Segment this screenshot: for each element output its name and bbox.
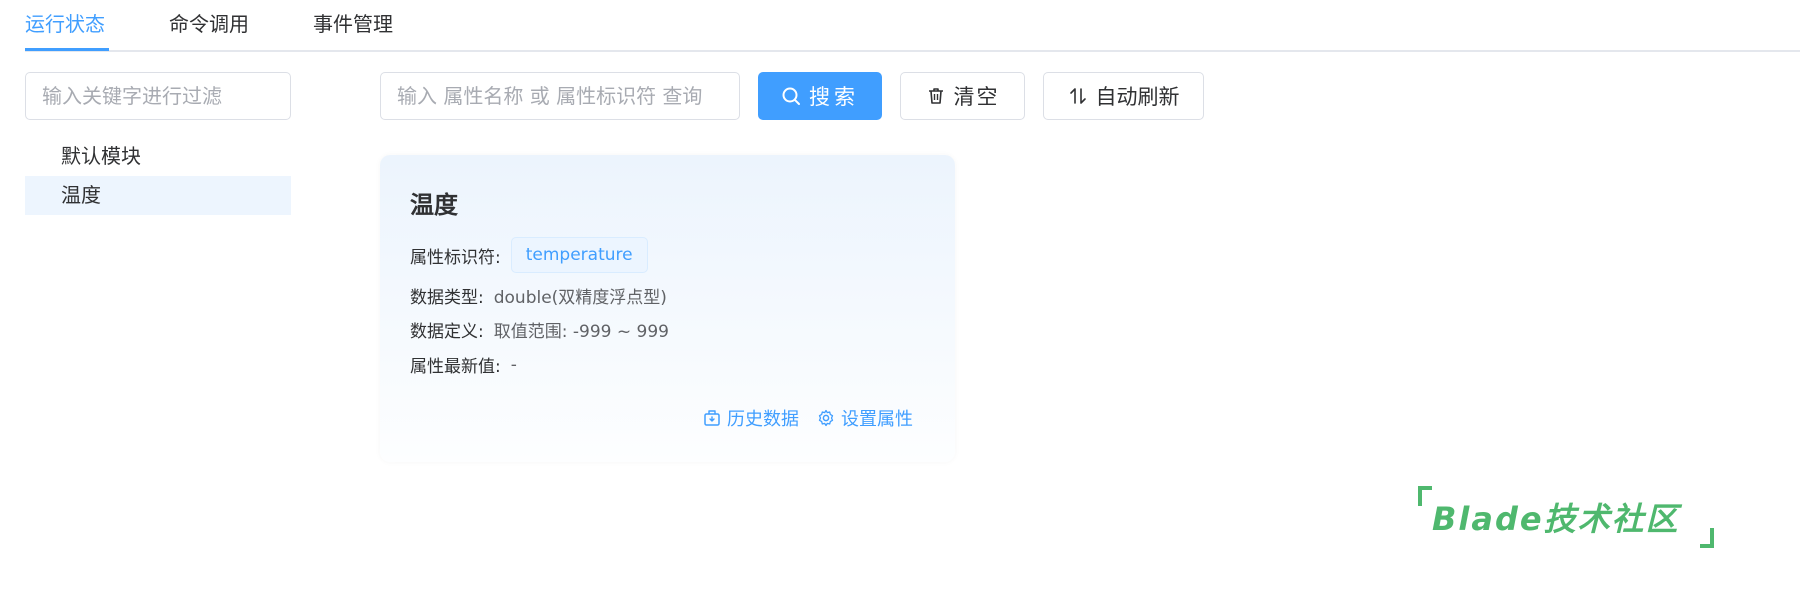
clear-button-label: 清空 — [953, 85, 1000, 109]
identifier-row: 属性标识符: temperature — [410, 237, 648, 273]
blade-watermark: Blade技术社区 — [1418, 486, 1714, 548]
latest-value-row: 属性最新值: - — [410, 352, 517, 378]
tab-command-invoke[interactable]: 命令调用 — [169, 8, 249, 48]
property-card: 温度 属性标识符: temperature 数据类型: double(双精度浮点… — [380, 155, 955, 462]
search-button-label: 搜索 — [809, 85, 859, 109]
history-box-icon — [704, 410, 720, 426]
history-data-label: 历史数据 — [727, 409, 799, 430]
gear-icon — [818, 409, 834, 427]
tab-runtime-status[interactable]: 运行状态 — [25, 8, 105, 48]
definition-label: 数据定义: — [410, 322, 484, 342]
auto-refresh-label: 自动刷新 — [1095, 85, 1180, 109]
set-property-label: 设置属性 — [841, 409, 913, 430]
datatype-value: double(双精度浮点型) — [493, 288, 667, 308]
trash-icon — [926, 86, 946, 106]
watermark-text: Blade技术社区 — [1432, 500, 1680, 538]
watermark-corner-top-left — [1418, 486, 1432, 506]
tab-event-management[interactable]: 事件管理 — [313, 8, 393, 48]
property-search-input[interactable] — [380, 72, 740, 120]
auto-refresh-button[interactable]: 自动刷新 — [1043, 72, 1204, 120]
datatype-row: 数据类型: double(双精度浮点型) — [410, 283, 667, 308]
module-filter-input[interactable] — [25, 72, 291, 120]
device-detail-page: 运行状态 命令调用 事件管理 默认模块 温度 搜索 清空 自动刷新 温度 属性标… — [0, 0, 1800, 609]
sort-arrows-icon — [1068, 86, 1088, 106]
tab-active-indicator — [25, 48, 109, 51]
latest-value: - — [510, 354, 517, 375]
identifier-tag: temperature — [510, 237, 648, 273]
tree-item-default-module[interactable]: 默认模块 — [25, 137, 291, 176]
search-button[interactable]: 搜索 — [758, 72, 882, 120]
tree-item-temperature[interactable]: 温度 — [25, 176, 291, 215]
latest-value-label: 属性最新值: — [410, 357, 501, 377]
definition-value: 取值范围: -999 ~ 999 — [493, 322, 669, 342]
search-icon — [781, 86, 801, 106]
datatype-label: 数据类型: — [410, 288, 484, 308]
tab-bar: 运行状态 命令调用 事件管理 — [25, 0, 1800, 52]
clear-button[interactable]: 清空 — [900, 72, 1025, 120]
definition-row: 数据定义: 取值范围: -999 ~ 999 — [410, 317, 669, 342]
card-actions: 历史数据 设置属性 — [703, 405, 913, 431]
set-property-link[interactable]: 设置属性 — [817, 405, 913, 431]
history-data-link[interactable]: 历史数据 — [703, 405, 799, 431]
watermark-corner-bottom-right — [1700, 528, 1714, 548]
identifier-label: 属性标识符: — [410, 247, 501, 268]
property-title: 温度 — [410, 191, 458, 219]
